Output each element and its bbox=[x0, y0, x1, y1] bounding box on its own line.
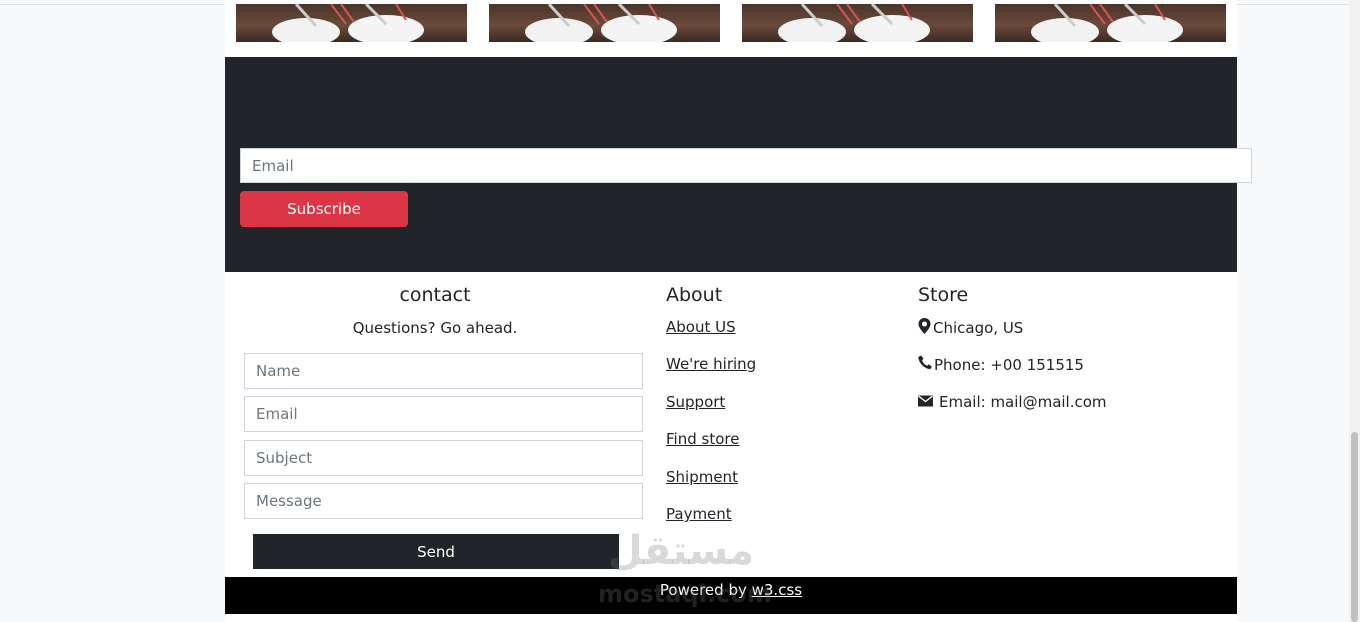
scrollbar-thumb[interactable] bbox=[1351, 432, 1358, 622]
newsletter-email-input[interactable] bbox=[240, 148, 1252, 183]
product-gallery bbox=[225, 0, 1237, 57]
newsletter-section: Subscribe bbox=[225, 57, 1252, 272]
product-image-sneaker-1[interactable] bbox=[236, 4, 467, 42]
footer-bar: Powered by w3.css bbox=[225, 577, 1237, 614]
store-phone-text: Phone: +00 151515 bbox=[934, 355, 1084, 374]
store-email-text: Email: mail@mail.com bbox=[939, 393, 1107, 411]
payment-link[interactable]: Payment bbox=[666, 505, 732, 523]
shipment-link[interactable]: Shipment bbox=[666, 468, 738, 486]
product-image-sneaker-2[interactable] bbox=[489, 4, 720, 42]
email-field[interactable] bbox=[244, 396, 643, 432]
store-email: Email: mail@mail.com bbox=[918, 393, 1107, 411]
w3css-link[interactable]: w3.css bbox=[752, 581, 802, 599]
message-field[interactable] bbox=[244, 483, 643, 519]
contact-heading: contact bbox=[399, 284, 471, 306]
subject-field[interactable] bbox=[244, 440, 643, 476]
contact-subtitle: Questions? Go ahead. bbox=[352, 319, 518, 337]
store-phone: Phone: +00 151515 bbox=[918, 355, 1084, 374]
envelope-icon bbox=[918, 393, 935, 411]
about-heading: About bbox=[666, 284, 723, 306]
product-image-sneaker-3[interactable] bbox=[742, 4, 973, 42]
find-store-link[interactable]: Find store bbox=[666, 430, 739, 448]
subscribe-button[interactable]: Subscribe bbox=[240, 191, 408, 227]
store-location: Chicago, US bbox=[918, 318, 1023, 338]
hiring-link[interactable]: We're hiring bbox=[666, 355, 756, 373]
name-field[interactable] bbox=[244, 353, 643, 389]
about-us-link[interactable]: About US bbox=[666, 318, 736, 336]
powered-by-text: Powered by bbox=[659, 581, 752, 599]
page-container: Subscribe contact Questions? Go ahead. S… bbox=[225, 0, 1252, 622]
support-link[interactable]: Support bbox=[666, 393, 725, 411]
map-marker-icon bbox=[918, 318, 933, 338]
send-button[interactable]: Send bbox=[253, 534, 619, 569]
store-location-text: Chicago, US bbox=[933, 319, 1024, 337]
store-heading: Store bbox=[918, 284, 969, 306]
product-image-sneaker-4[interactable] bbox=[995, 4, 1226, 42]
phone-icon bbox=[918, 355, 934, 374]
page-scrollbar[interactable] bbox=[1349, 0, 1360, 622]
